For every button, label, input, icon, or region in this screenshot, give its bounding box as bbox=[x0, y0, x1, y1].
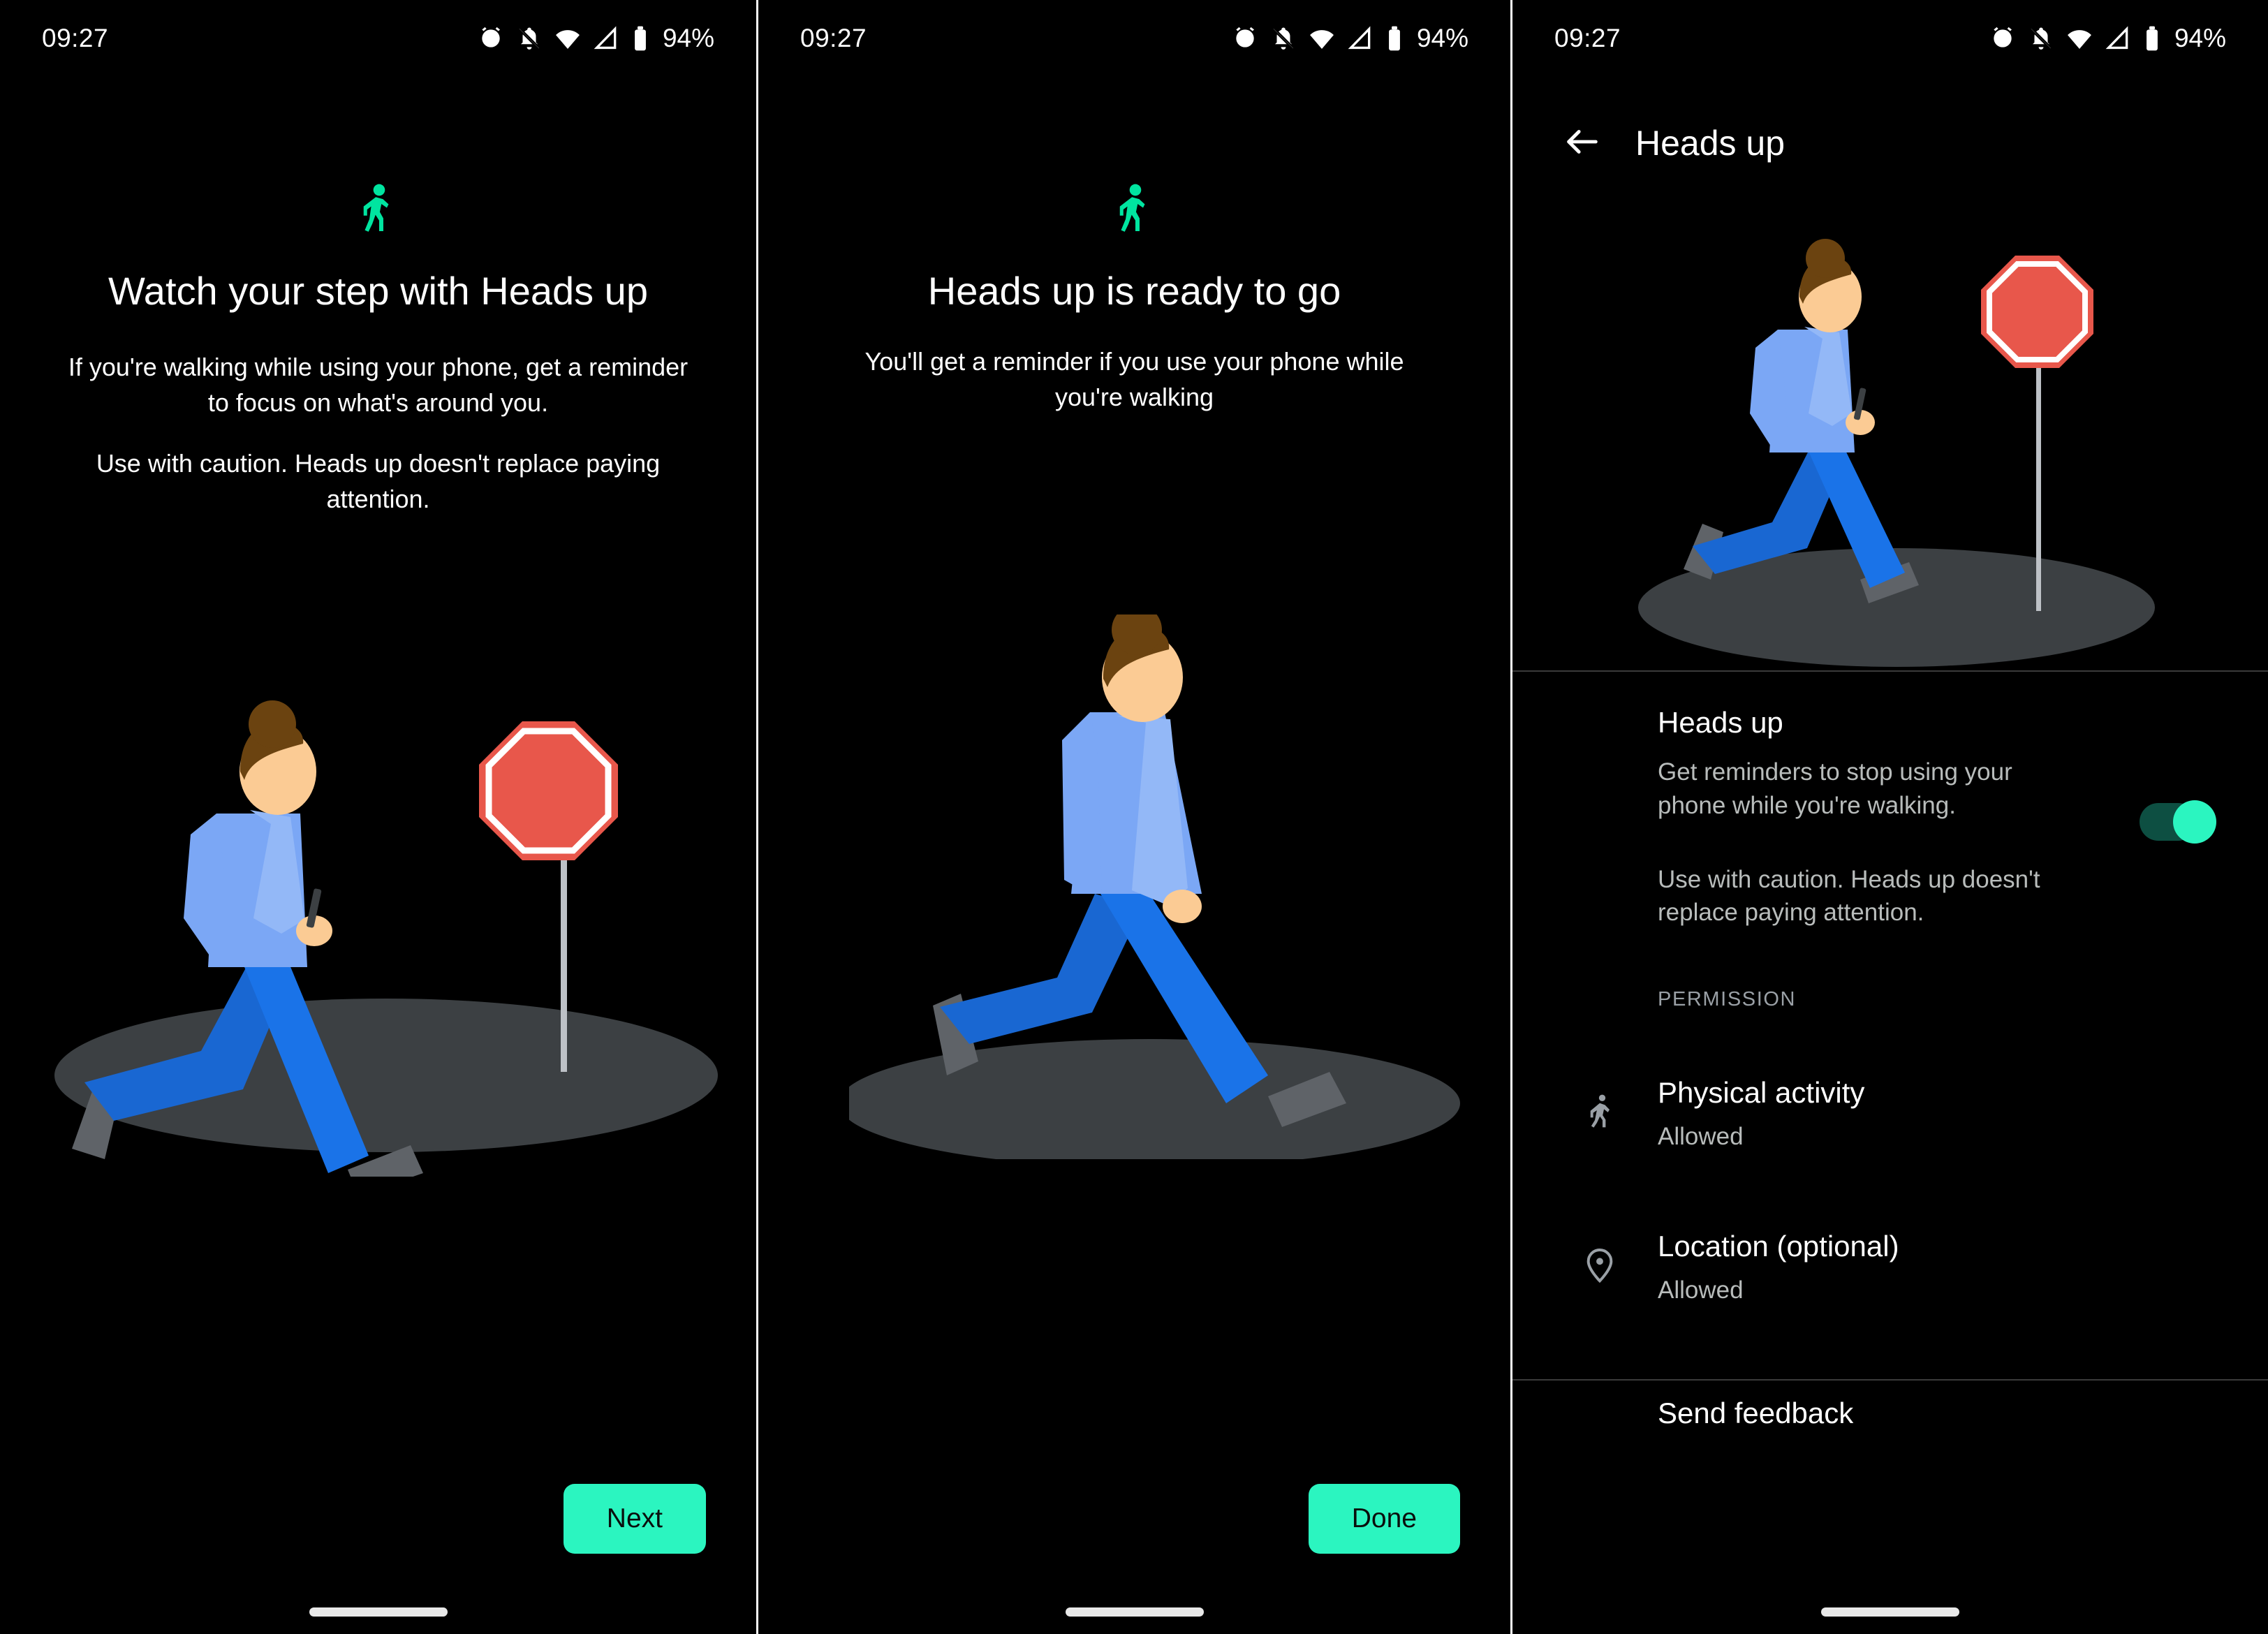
permission-row-location[interactable]: Location (optional) Allowed bbox=[1512, 1229, 2268, 1304]
alarm-icon bbox=[1989, 25, 2016, 52]
setting-caution: Use with caution. Heads up doesn't repla… bbox=[1658, 865, 2040, 927]
divider-above-feedback bbox=[1512, 1379, 2268, 1381]
status-bar: 09:27 94% bbox=[758, 0, 1510, 77]
alarm-icon bbox=[1232, 25, 1258, 52]
panel-heads-up-settings: 09:27 94% Heads up Heads up Get reminder… bbox=[1512, 0, 2268, 1634]
walking-person-icon bbox=[1114, 183, 1155, 241]
battery-icon bbox=[631, 25, 649, 52]
section-label-permission: PERMISSION bbox=[1658, 988, 1797, 1010]
home-indicator[interactable] bbox=[309, 1607, 448, 1617]
permission-row-physical-activity[interactable]: Physical activity Allowed bbox=[1512, 1075, 2268, 1151]
illustration-person-walking-upright bbox=[839, 605, 1510, 1168]
home-indicator[interactable] bbox=[1821, 1607, 1959, 1617]
page-title: Heads up is ready to go bbox=[927, 269, 1341, 313]
panel-onboarding-ready: 09:27 94% Heads up is ready to go You'll… bbox=[756, 0, 1512, 1634]
permission-title: Physical activity bbox=[1658, 1076, 1865, 1109]
page-title: Heads up bbox=[1635, 124, 1785, 163]
wifi-icon bbox=[1309, 25, 1335, 52]
status-icons: 94% bbox=[1232, 24, 1468, 53]
status-clock: 09:27 bbox=[1554, 24, 1621, 52]
battery-icon bbox=[2143, 25, 2161, 52]
arrow-left-icon bbox=[1562, 122, 1603, 165]
permission-title: Location (optional) bbox=[1658, 1230, 1899, 1263]
running-person-icon bbox=[1577, 1088, 1623, 1134]
wifi-icon bbox=[554, 25, 581, 52]
next-button[interactable]: Next bbox=[563, 1484, 706, 1554]
status-icons: 94% bbox=[478, 24, 714, 53]
notifications-off-icon bbox=[1270, 25, 1297, 52]
toggle-thumb bbox=[2173, 800, 2216, 844]
divider-above-main-setting bbox=[1512, 670, 2268, 672]
setting-description: Get reminders to stop using your phone w… bbox=[1658, 758, 2012, 819]
done-button[interactable]: Done bbox=[1308, 1484, 1460, 1554]
send-feedback-link[interactable]: Send feedback bbox=[1658, 1397, 1853, 1430]
app-bar: Heads up bbox=[1512, 98, 2268, 189]
notifications-off-icon bbox=[2028, 25, 2054, 52]
status-clock: 09:27 bbox=[42, 24, 109, 52]
status-clock: 09:27 bbox=[800, 24, 867, 52]
walking-person-icon bbox=[358, 183, 399, 241]
home-indicator[interactable] bbox=[1065, 1607, 1204, 1617]
location-pin-icon bbox=[1577, 1242, 1623, 1288]
illustration-person-walking-with-phone bbox=[40, 688, 718, 1195]
screenshot-root: 09:27 94% Watch your step with Heads up … bbox=[0, 0, 2268, 1634]
status-bar: 09:27 94% bbox=[1512, 0, 2268, 77]
status-bar: 09:27 94% bbox=[0, 0, 756, 77]
heads-up-toggle[interactable] bbox=[2140, 800, 2216, 844]
battery-percent: 94% bbox=[2174, 24, 2226, 52]
status-icons: 94% bbox=[1989, 24, 2226, 53]
permission-status: Allowed bbox=[1658, 1123, 1744, 1151]
page-title: Watch your step with Heads up bbox=[108, 269, 648, 313]
cell-signal-icon bbox=[2105, 25, 2131, 52]
battery-percent: 94% bbox=[662, 24, 714, 52]
cell-signal-icon bbox=[593, 25, 619, 52]
panel-onboarding-intro: 09:27 94% Watch your step with Heads up … bbox=[0, 0, 756, 1634]
setting-title: Heads up bbox=[1658, 706, 1783, 739]
cell-signal-icon bbox=[1347, 25, 1374, 52]
intro-body-caution: Use with caution. Heads up doesn't repla… bbox=[96, 449, 661, 514]
intro-body-primary: If you're walking while using your phone… bbox=[68, 353, 688, 418]
alarm-icon bbox=[478, 25, 504, 52]
battery-icon bbox=[1385, 25, 1404, 52]
battery-percent: 94% bbox=[1416, 24, 1468, 52]
wifi-icon bbox=[2066, 25, 2093, 52]
notifications-off-icon bbox=[516, 25, 543, 52]
ready-body: You'll get a reminder if you use your ph… bbox=[864, 347, 1404, 412]
permission-status: Allowed bbox=[1658, 1276, 1744, 1304]
illustration-person-walking-with-phone bbox=[1617, 230, 2176, 684]
back-button[interactable] bbox=[1540, 101, 1624, 185]
